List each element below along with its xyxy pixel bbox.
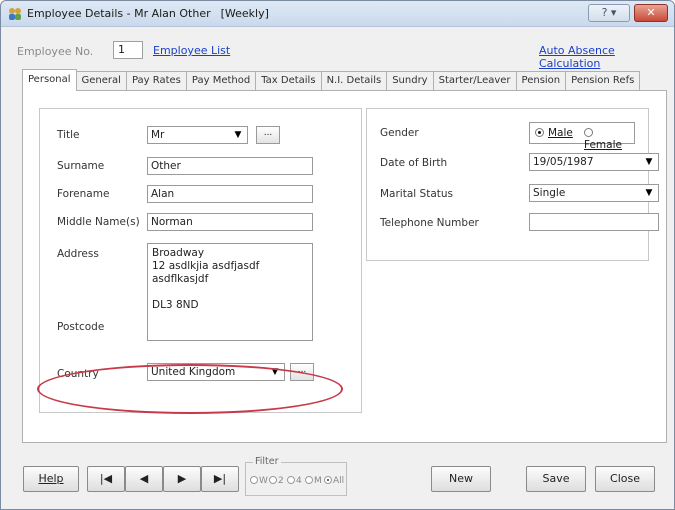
radio-empty-icon — [305, 476, 313, 484]
employee-details-window: Employee Details - Mr Alan Other [Weekly]… — [0, 0, 675, 510]
address-label: Address — [57, 248, 99, 260]
forename-label: Forename — [57, 188, 110, 200]
radio-empty-icon — [584, 128, 593, 137]
marital-status-select[interactable]: Single ▼ — [529, 184, 659, 202]
title-bar: Employee Details - Mr Alan Other [Weekly]… — [1, 1, 674, 27]
tab-pay-method[interactable]: Pay Method — [185, 71, 257, 91]
title-label: Title — [57, 129, 80, 141]
postcode-label: Postcode — [57, 321, 105, 333]
filter-monthly-radio[interactable]: M — [305, 476, 322, 486]
title-select[interactable]: Mr ▼ — [147, 126, 248, 144]
title-lookup-button[interactable]: ... — [256, 126, 280, 144]
filter-label: Filter — [253, 456, 281, 467]
country-lookup-button[interactable]: ... — [290, 363, 314, 381]
chevron-down-icon: ▼ — [645, 157, 653, 167]
tab-tax-details[interactable]: Tax Details — [255, 71, 322, 91]
middle-names-input[interactable]: Norman — [147, 213, 313, 231]
save-button[interactable]: Save — [526, 466, 586, 492]
filter-weekly-label: W — [259, 476, 268, 486]
chevron-down-icon: ▼ — [234, 130, 242, 140]
footer-toolbar: Help |◀ ◀ ▶ ▶| Filter W 2 4 M All New Sa… — [1, 456, 675, 501]
help-menu-button[interactable]: ? ▾ — [588, 4, 630, 22]
title-value: Mr — [151, 129, 165, 141]
marital-status-value: Single — [533, 187, 566, 199]
gender-female-label: Female — [584, 139, 622, 151]
personal-info-group: Gender Male Female Date of Birth 19/05/1… — [366, 108, 659, 261]
gender-radio-group: Male Female — [529, 122, 635, 151]
country-label: Country — [57, 368, 99, 380]
first-record-button[interactable]: |◀ — [87, 466, 125, 492]
date-of-birth-value: 19/05/1987 — [533, 156, 594, 168]
tab-general[interactable]: General — [75, 71, 127, 91]
filter-4weekly-label: 4 — [296, 476, 302, 486]
address-textarea[interactable]: Broadway 12 asdlkjia asdfjasdf asdflkasj… — [147, 243, 313, 341]
window-title: Employee Details - Mr Alan Other [Weekly] — [27, 7, 269, 20]
app-people-icon — [9, 8, 21, 20]
filter-4weekly-radio[interactable]: 4 — [287, 476, 302, 486]
window-close-button[interactable]: ✕ — [634, 4, 668, 22]
address-line-3: asdflkasjdf — [152, 273, 209, 285]
middle-names-label: Middle Name(s) — [57, 216, 140, 228]
new-button[interactable]: New — [431, 466, 491, 492]
date-of-birth-label: Date of Birth — [380, 157, 448, 169]
gender-female-radio[interactable]: Female — [584, 127, 634, 151]
window-title-text: Employee Details - Mr Alan Other — [27, 7, 211, 20]
address-line-1: Broadway — [152, 247, 205, 259]
tab-pension-refs[interactable]: Pension Refs — [565, 71, 641, 91]
forename-input[interactable]: Alan — [147, 185, 313, 203]
tab-pension[interactable]: Pension — [515, 71, 567, 91]
employee-list-link[interactable]: Employee List — [153, 44, 230, 57]
previous-record-button[interactable]: ◀ — [125, 466, 163, 492]
filter-2weekly-label: 2 — [278, 476, 284, 486]
filter-group: Filter W 2 4 M All — [245, 456, 347, 496]
telephone-number-input[interactable] — [529, 213, 659, 231]
filter-all-label: All — [333, 476, 345, 486]
tab-pay-rates[interactable]: Pay Rates — [125, 71, 187, 91]
tab-strip: Personal General Pay Rates Pay Method Tax De… — [22, 69, 641, 91]
help-button-label: Help — [38, 472, 64, 485]
next-record-button[interactable]: ▶ — [163, 466, 201, 492]
gender-label: Gender — [380, 127, 419, 139]
chevron-down-icon: ▼ — [271, 367, 279, 377]
employee-no-input[interactable]: 1 — [113, 41, 143, 59]
surname-label: Surname — [57, 160, 105, 172]
personal-tab-panel: Title Mr ▼ ... Surname Other Forename Al… — [22, 90, 667, 443]
chevron-down-icon: ▼ — [645, 188, 653, 198]
radio-empty-icon — [250, 476, 258, 484]
close-button[interactable]: Close — [595, 466, 655, 492]
pay-frequency-label: [Weekly] — [220, 7, 269, 20]
marital-status-label: Marital Status — [380, 188, 453, 200]
country-value: United Kingdom — [151, 366, 236, 378]
personal-details-group: Title Mr ▼ ... Surname Other Forename Al… — [39, 108, 362, 413]
employee-no-label: Employee No. — [17, 45, 94, 58]
help-button[interactable]: Help — [23, 466, 79, 492]
filter-2weekly-radio[interactable]: 2 — [269, 476, 284, 486]
gender-male-label: Male — [548, 127, 573, 139]
address-line-2: 12 asdlkjia asdfjasdf — [152, 260, 260, 272]
tab-personal[interactable]: Personal — [22, 69, 77, 91]
radio-empty-icon — [269, 476, 277, 484]
tab-ni-details[interactable]: N.I. Details — [320, 71, 388, 91]
date-of-birth-picker[interactable]: 19/05/1987 ▼ — [529, 153, 659, 171]
filter-all-radio[interactable]: All — [324, 476, 344, 486]
telephone-number-label: Telephone Number — [380, 217, 479, 229]
postcode-input[interactable]: DL3 8ND — [152, 299, 308, 312]
radio-selected-icon — [535, 128, 544, 137]
last-record-button[interactable]: ▶| — [201, 466, 239, 492]
gender-male-radio[interactable]: Male — [535, 127, 573, 139]
tab-sundry[interactable]: Sundry — [386, 71, 434, 91]
radio-selected-icon — [324, 476, 332, 484]
filter-monthly-label: M — [314, 476, 322, 486]
filter-weekly-radio[interactable]: W — [250, 476, 268, 486]
tab-starter-leaver[interactable]: Starter/Leaver — [432, 71, 517, 91]
surname-input[interactable]: Other — [147, 157, 313, 175]
country-select[interactable]: United Kingdom ▼ — [147, 363, 285, 381]
radio-empty-icon — [287, 476, 295, 484]
auto-absence-calculation-link[interactable]: Auto Absence Calculation — [539, 44, 674, 70]
